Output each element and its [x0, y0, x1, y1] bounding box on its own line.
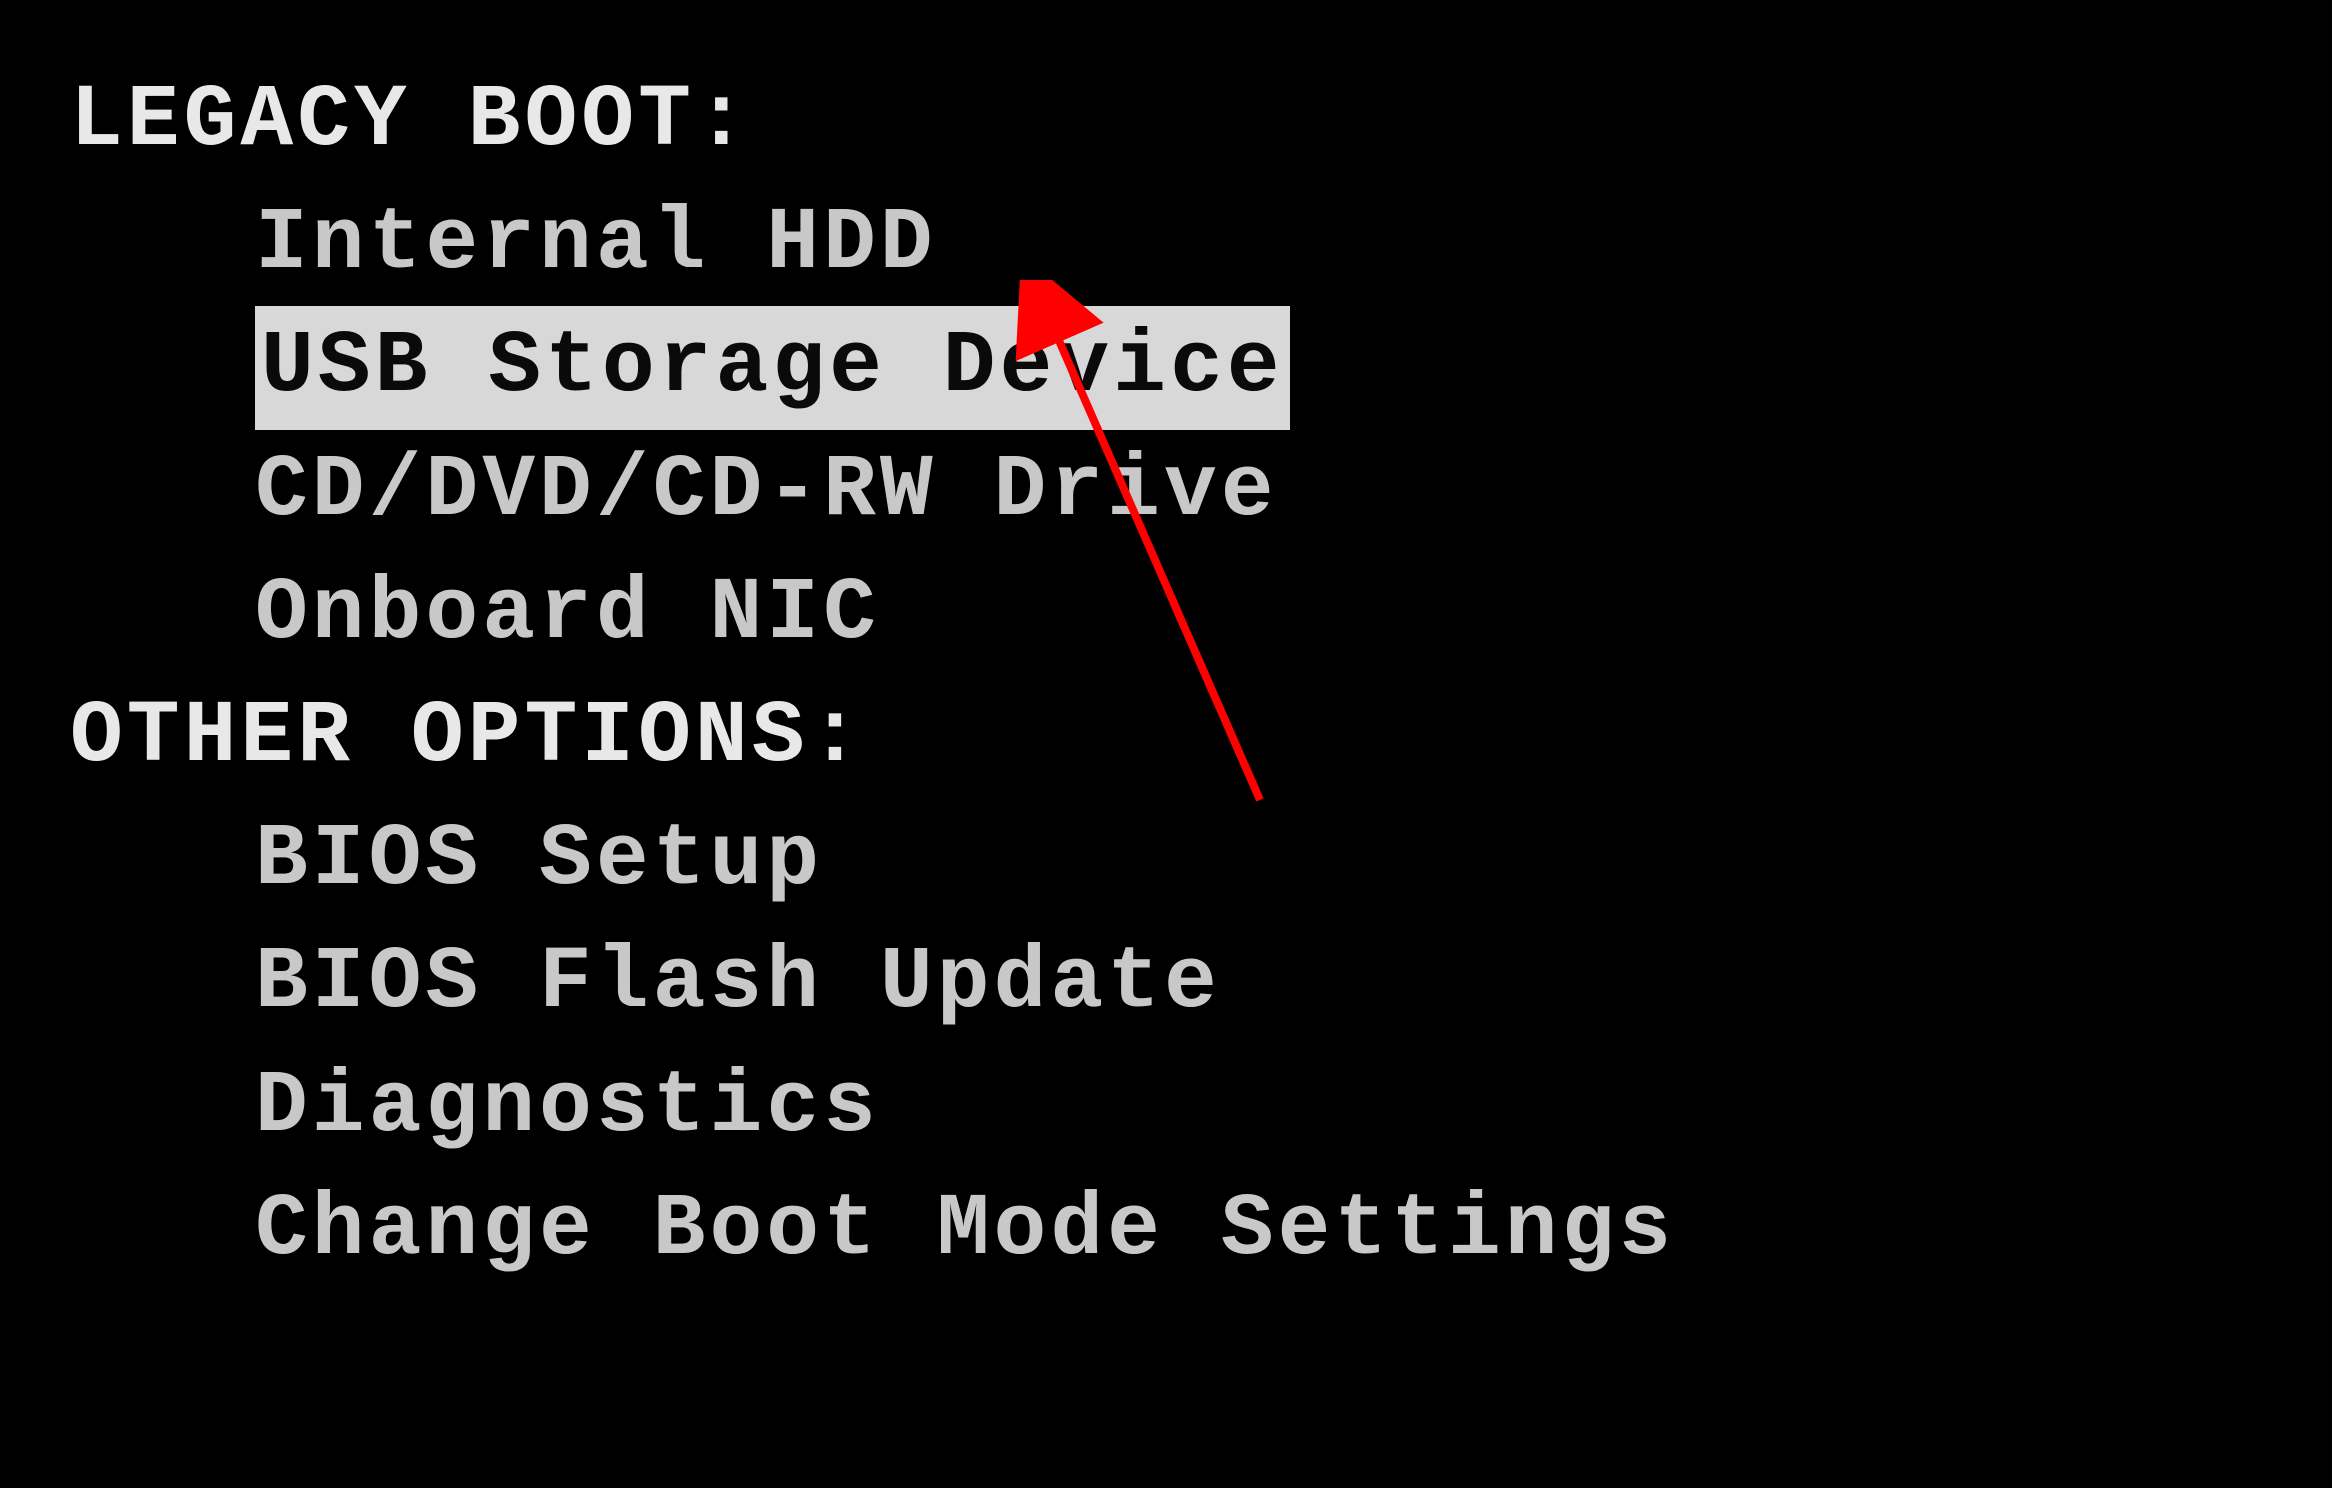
- boot-item-usb-storage-device[interactable]: USB Storage Device: [255, 306, 1290, 429]
- option-change-boot-mode-settings[interactable]: Change Boot Mode Settings: [255, 1169, 1675, 1292]
- option-bios-setup[interactable]: BIOS Setup: [255, 799, 823, 922]
- boot-item-internal-hdd[interactable]: Internal HDD: [255, 183, 937, 306]
- boot-item-cd-dvd-drive[interactable]: CD/DVD/CD-RW Drive: [255, 430, 1278, 553]
- boot-menu: LEGACY BOOT: Internal HDD USB Storage De…: [0, 0, 2332, 1292]
- legacy-boot-header: LEGACY BOOT:: [70, 60, 2332, 183]
- other-options-items: BIOS Setup BIOS Flash Update Diagnostics…: [70, 799, 2332, 1292]
- other-options-header: OTHER OPTIONS:: [70, 676, 2332, 799]
- option-diagnostics[interactable]: Diagnostics: [255, 1046, 880, 1169]
- option-bios-flash-update[interactable]: BIOS Flash Update: [255, 922, 1221, 1045]
- legacy-boot-items: Internal HDD USB Storage Device CD/DVD/C…: [70, 183, 2332, 676]
- boot-item-onboard-nic[interactable]: Onboard NIC: [255, 553, 880, 676]
